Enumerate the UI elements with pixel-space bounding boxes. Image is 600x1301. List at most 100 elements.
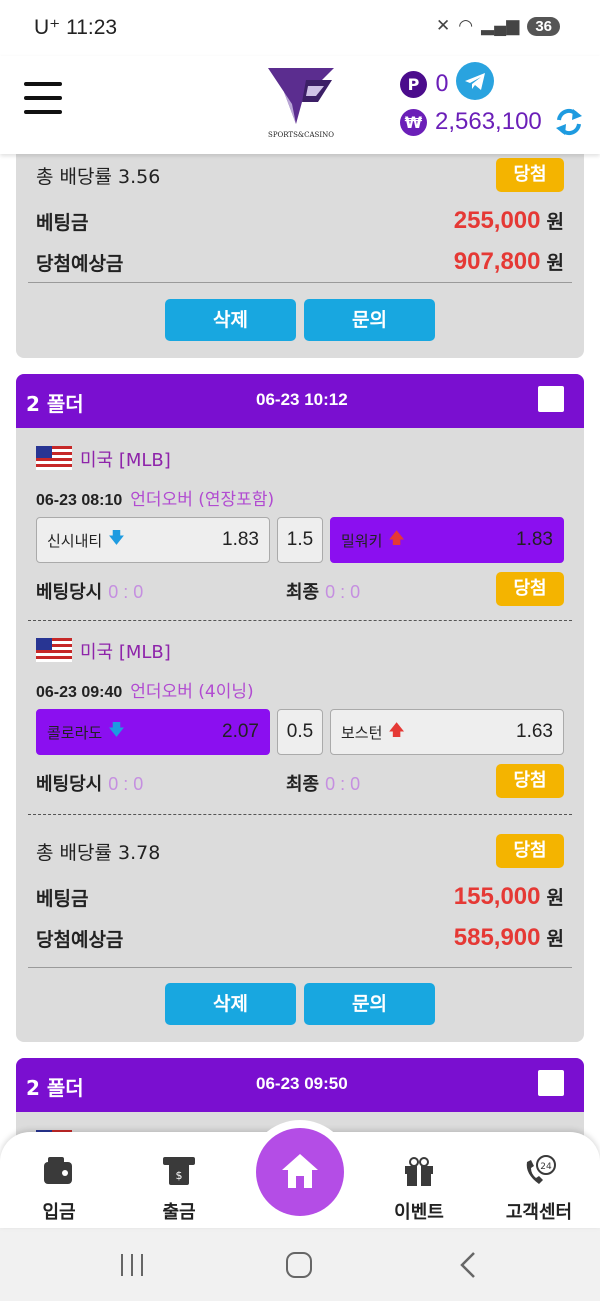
points-value: 0 (435, 72, 449, 97)
status-icons: ✕ ◠ ▂▄▆ 36 (436, 16, 560, 36)
delete-button[interactable]: 삭제 (165, 983, 296, 1025)
mute-icon: ✕ (436, 16, 451, 35)
wifi-icon: ◠ (458, 16, 474, 35)
arrow-up-icon: 🡅 (388, 719, 405, 739)
total-odds: 총 배당률 3.56 (36, 165, 161, 188)
bottom-nav: 입금 $ 출금 이벤트 24 고객센터 (0, 1128, 600, 1228)
stake-amount: 155,000 원 (453, 883, 564, 910)
final-score: 최종 0 : 0 (286, 774, 361, 795)
home-icon (282, 1154, 318, 1188)
stake-row: 베팅금 155,000 원 (36, 880, 564, 914)
select-checkbox[interactable] (538, 1070, 564, 1096)
arrow-down-icon: 🡇 (108, 719, 125, 739)
logo-mark-icon (268, 68, 334, 124)
home-odds-option[interactable]: 콜로라도 🡇 2.07 (36, 709, 270, 755)
line-value: 1.5 (277, 517, 323, 563)
recent-apps-icon[interactable] (118, 1252, 146, 1278)
balance-value: 2,563,100 (435, 108, 542, 135)
total-odds: 총 배당률 3.78 (36, 841, 161, 864)
app-header: SPORTS&CASINO P 0 ₩ 2,563,100 (0, 56, 600, 154)
telegram-icon[interactable] (456, 62, 494, 100)
divider (28, 814, 572, 815)
line-value: 0.5 (277, 709, 323, 755)
total-odds-row: 총 배당률 3.78 당첨 (36, 834, 564, 868)
bet-time-score: 베팅당시 0 : 0 (36, 774, 144, 795)
select-checkbox[interactable] (538, 386, 564, 412)
league-name: 미국 [MLB] (80, 450, 171, 471)
divider (28, 282, 572, 283)
balance-display: ₩ 2,563,100 (400, 108, 542, 136)
menu-icon[interactable] (24, 82, 62, 114)
stake-label: 베팅금 (36, 887, 89, 910)
payout-row: 당첨예상금 907,800 원 (36, 245, 564, 279)
gift-icon (405, 1157, 433, 1186)
back-icon[interactable] (456, 1250, 478, 1280)
payout-row: 당첨예상금 585,900 원 (36, 921, 564, 955)
svg-text:24: 24 (540, 1162, 552, 1172)
refresh-icon[interactable] (555, 106, 583, 138)
away-odds-option[interactable]: 보스턴 🡅 1.63 (330, 709, 564, 755)
nav-label: 고객센터 (505, 1202, 573, 1223)
phone-24-icon: 24 (526, 1155, 556, 1184)
bet-card: 총 배당률 3.56 당첨 베팅금 255,000 원 당첨예상금 907,800… (16, 154, 584, 358)
divider (28, 620, 572, 621)
team-name: 신시내티 (47, 531, 103, 550)
result-badge: 당첨 (496, 764, 564, 798)
us-flag-icon (36, 638, 72, 662)
nav-label: 출금 (162, 1202, 196, 1223)
team-name: 콜로라도 (47, 723, 103, 742)
bet-type: 언더오버 (연장포함) (130, 490, 275, 510)
status-time: U⁺ 11:23 (34, 15, 117, 40)
system-nav-bar (0, 1228, 600, 1301)
won-icon: ₩ (400, 108, 427, 136)
arrow-down-icon: 🡇 (108, 527, 125, 547)
bet-date: 06-23 10:12 (256, 390, 348, 409)
point-icon: P (400, 71, 427, 98)
home-button[interactable] (256, 1128, 344, 1216)
total-odds-row: 총 배당률 3.56 당첨 (36, 158, 564, 192)
league-name: 미국 [MLB] (80, 642, 171, 663)
result-badge: 당첨 (496, 834, 564, 868)
game-time: 06-23 09:40 언더오버 (4이닝) (36, 682, 254, 702)
result-badge: 당첨 (496, 572, 564, 606)
us-flag-icon (36, 446, 72, 470)
carrier-label: U⁺ (34, 16, 61, 39)
bet-card: 2 폴더 06-23 10:12 미국 [MLB] 06-23 08:10 언더오… (16, 374, 584, 1042)
stake-amount: 255,000 원 (453, 207, 564, 234)
bet-time-score: 베팅당시 0 : 0 (36, 582, 144, 603)
bet-type: 언더오버 (4이닝) (130, 682, 254, 702)
arrow-up-icon: 🡅 (388, 527, 405, 547)
divider (28, 967, 572, 968)
nav-withdraw[interactable]: $ 출금 (134, 1154, 224, 1224)
result-badge: 당첨 (496, 158, 564, 192)
stake-label: 베팅금 (36, 211, 89, 234)
atm-icon: $ (163, 1157, 195, 1185)
nav-deposit[interactable]: 입금 (14, 1154, 104, 1224)
home-nav-icon[interactable] (284, 1250, 314, 1280)
inquiry-button[interactable]: 문의 (304, 983, 435, 1025)
team-name: 밀워키 (341, 531, 383, 550)
status-bar: U⁺ 11:23 ✕ ◠ ▂▄▆ 36 (0, 0, 600, 56)
wallet-icon (44, 1157, 72, 1184)
folder-count: 2 폴더 (26, 392, 84, 416)
home-odds-option[interactable]: 신시내티 🡇 1.83 (36, 517, 270, 563)
folder-count: 2 폴더 (26, 1076, 84, 1100)
bet-history-list[interactable]: 총 배당률 3.56 당첨 베팅금 255,000 원 당첨예상금 907,800… (0, 154, 600, 1154)
delete-button[interactable]: 삭제 (165, 299, 296, 341)
away-odds-option[interactable]: 밀워키 🡅 1.83 (330, 517, 564, 563)
battery-icon: 36 (527, 16, 560, 36)
nav-label: 이벤트 (394, 1202, 444, 1223)
logo[interactable]: SPORTS&CASINO (262, 64, 340, 144)
payout-label: 당첨예상금 (36, 252, 124, 275)
inquiry-button[interactable]: 문의 (304, 299, 435, 341)
odds-value: 2.07 (222, 721, 259, 742)
nav-support[interactable]: 24 고객센터 (494, 1154, 584, 1224)
odds-value: 1.63 (516, 721, 553, 742)
points-display: P 0 (400, 71, 449, 98)
game-time: 06-23 08:10 언더오버 (연장포함) (36, 490, 275, 510)
bet-card-header: 2 폴더 06-23 09:50 (16, 1058, 584, 1112)
logo-text: SPORTS&CASINO (268, 131, 334, 139)
stake-row: 베팅금 255,000 원 (36, 204, 564, 238)
team-name: 보스턴 (341, 723, 383, 742)
nav-event[interactable]: 이벤트 (374, 1154, 464, 1224)
